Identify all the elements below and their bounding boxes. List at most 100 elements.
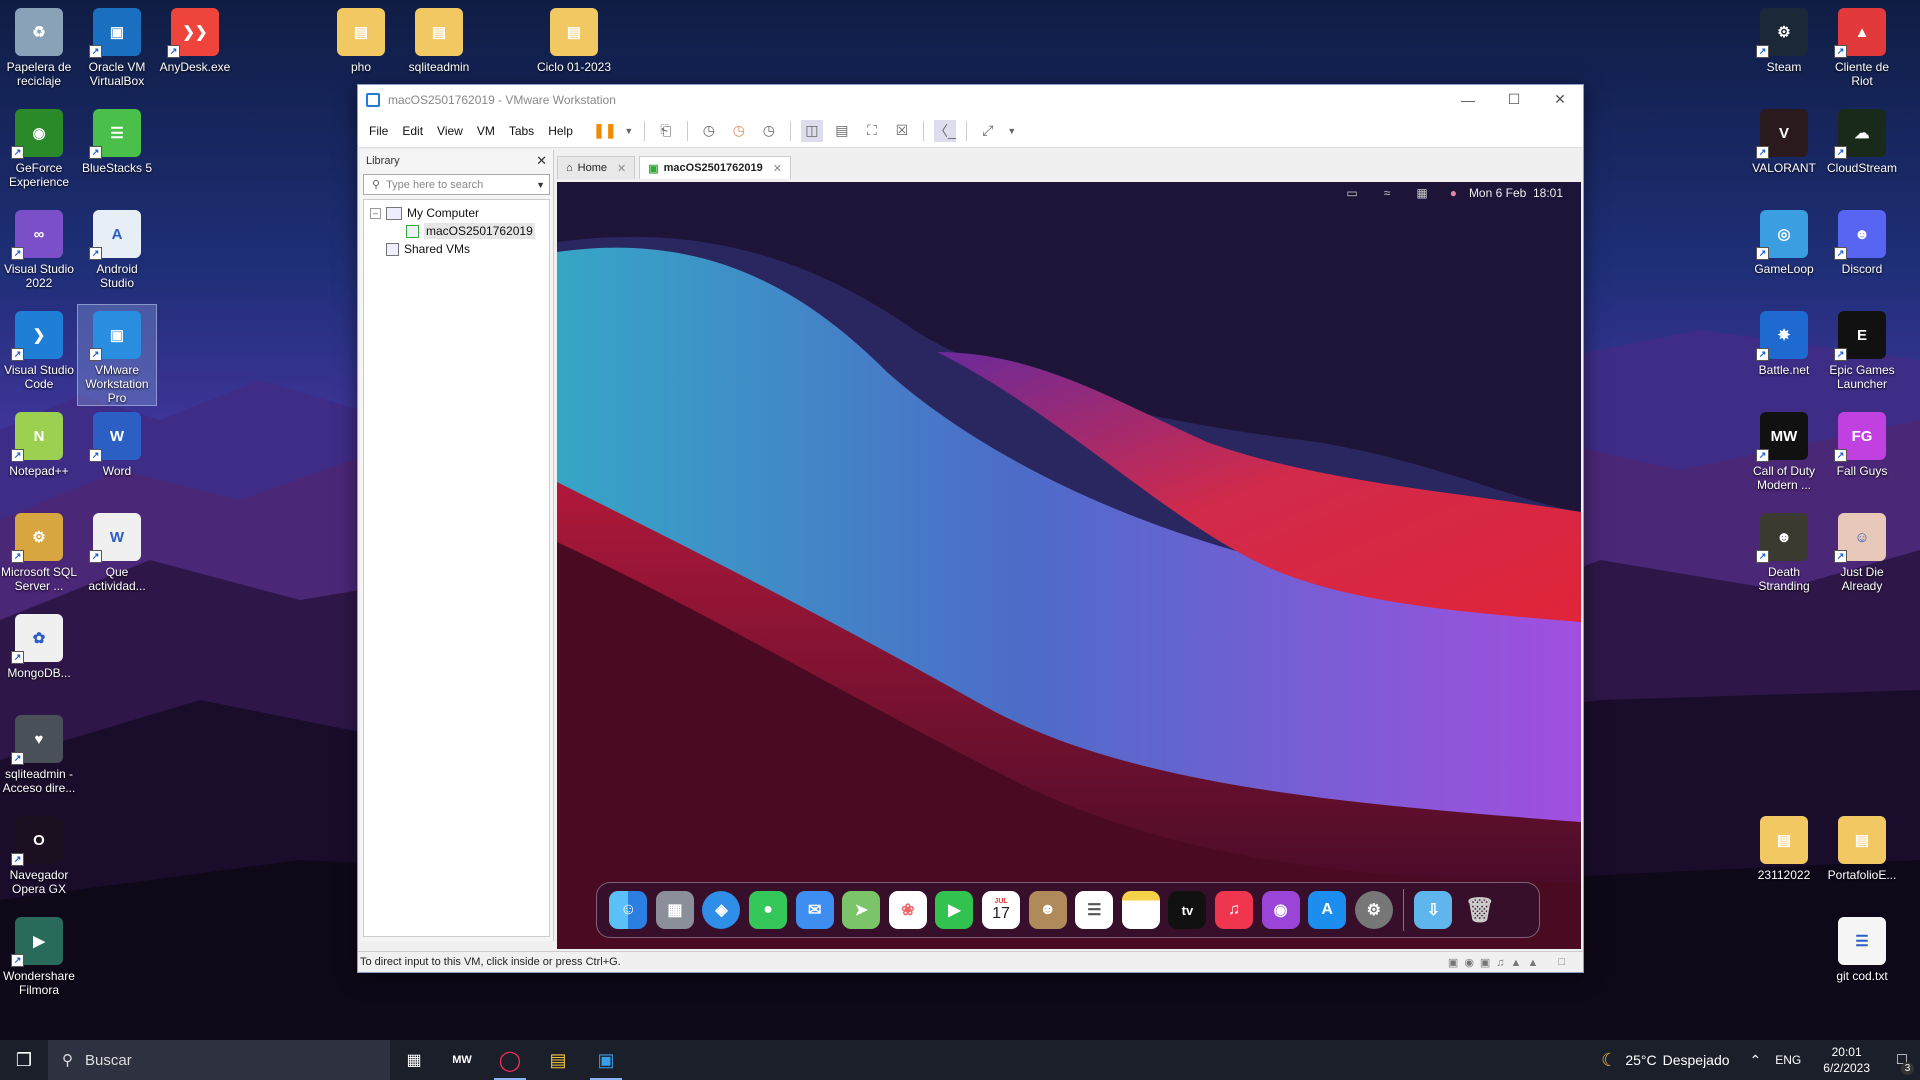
reminders-icon[interactable]: ☰	[1075, 891, 1114, 929]
desktop-icon-left-0[interactable]: ♻ Papelera de reciclaje	[0, 2, 78, 88]
desktop-icon-left-13[interactable]: W ↗ Word	[78, 406, 156, 478]
macos-clock[interactable]: Mon 6 Feb 18:01	[1469, 186, 1563, 200]
console-icon[interactable]: 〈_	[933, 119, 956, 142]
thumbnail-view-icon[interactable]: ▤	[831, 120, 853, 142]
desktop-icon-right-4[interactable]: ◎ ↗ GameLoop	[1745, 204, 1823, 276]
desktop-icon-right-14[interactable]: ☰ git cod.txt	[1823, 911, 1901, 983]
task-view-button[interactable]: ▦	[390, 1040, 438, 1080]
trash-icon[interactable]: 🗑	[1461, 891, 1499, 929]
taskbar-opera-gx-icon[interactable]: ◯	[486, 1040, 534, 1080]
desktop-icon-right-0[interactable]: ⚙ ↗ Steam	[1745, 2, 1823, 74]
maximize-button[interactable]: ☐	[1491, 85, 1537, 114]
taskbar-search-input[interactable]: ⚲ Buscar	[48, 1040, 390, 1080]
siri-icon[interactable]: ●	[1450, 186, 1457, 200]
send-keys-icon[interactable]: ⎗	[655, 120, 677, 142]
snapshot-icon[interactable]: ◷	[698, 120, 720, 142]
tree-node-my-computer[interactable]: – My Computer	[364, 204, 549, 222]
photos-icon[interactable]: ❀	[888, 891, 927, 929]
screen-mirror-icon[interactable]: ▭	[1346, 186, 1357, 200]
apple-tv-icon[interactable]: tv	[1168, 891, 1207, 929]
desktop-icon-left-12[interactable]: N ↗ Notepad++	[0, 406, 78, 478]
tree-node-vm[interactable]: macOS2501762019	[364, 222, 549, 240]
library-close-icon[interactable]: ✕	[536, 153, 547, 169]
desktop-icon-left-3[interactable]: ▤ pho	[322, 2, 400, 74]
notes-icon[interactable]	[1121, 891, 1160, 929]
tab-close-icon[interactable]: ✕	[773, 162, 782, 175]
desktop-icon-left-18[interactable]: O ↗ Navegador Opera GX	[0, 810, 78, 896]
weather-temp[interactable]: 25°C	[1625, 1052, 1656, 1068]
desktop-icon-left-17[interactable]: ♥ ↗ sqliteadmin - Acceso dire...	[0, 709, 78, 795]
desktop-icon-left-19[interactable]: ▶ ↗ Wondershare Filmora	[0, 911, 78, 997]
chevron-down-icon[interactable]: ▼	[624, 120, 634, 142]
desktop-icon-left-5[interactable]: ▤ Ciclo 01-2023	[535, 2, 613, 74]
start-button[interactable]: ❒	[0, 1040, 48, 1080]
taskbar-vmware-icon[interactable]: ▣	[582, 1040, 630, 1080]
menu-tabs[interactable]: Tabs	[502, 124, 541, 138]
launchpad-icon[interactable]: ▦	[655, 891, 694, 929]
message-log-icon[interactable]: □	[1558, 956, 1565, 968]
title-bar[interactable]: macOS2501762019 - VMware Workstation — ☐…	[358, 85, 1583, 114]
tab-close-icon[interactable]: ✕	[617, 162, 626, 175]
stretch-icon[interactable]: ⤢	[977, 120, 999, 142]
desktop-icon-right-8[interactable]: MW ↗ Call of Duty Modern ...	[1745, 406, 1823, 492]
chevron-up-icon[interactable]: ⌃	[1750, 1052, 1762, 1069]
pause-icon[interactable]: ❚❚	[593, 120, 616, 142]
desktop-icon-left-1[interactable]: ▣ ↗ Oracle VM VirtualBox	[78, 2, 156, 88]
mail-icon[interactable]: ✉	[795, 891, 834, 929]
fullscreen-icon[interactable]: ⛶	[861, 120, 883, 142]
vm-display[interactable]: ▭ ≈ ▦ ● Mon 6 Feb 18:01 ☺ ▦ ◈ ● ✉ ➤ ❀ ▶ …	[557, 182, 1581, 949]
desktop-icon-left-14[interactable]: ⚙ ↗ Microsoft SQL Server ...	[0, 507, 78, 593]
desktop-icon-left-6[interactable]: ◉ ↗ GeForce Experience	[0, 103, 78, 189]
menu-view[interactable]: View	[430, 124, 470, 138]
close-button[interactable]: ✕	[1537, 85, 1583, 114]
desktop-icon-right-12[interactable]: ▤ 23112022	[1745, 810, 1823, 882]
chevron-down-icon[interactable]: ▼	[1007, 120, 1017, 142]
language-indicator[interactable]: ENG	[1775, 1053, 1801, 1067]
tab-home[interactable]: ⌂ Home ✕	[557, 156, 636, 179]
desktop-icon-right-3[interactable]: ☁ ↗ CloudStream	[1823, 103, 1901, 175]
safari-icon[interactable]: ◈	[702, 891, 741, 929]
weather-desc[interactable]: Despejado	[1663, 1052, 1730, 1068]
desktop-icon-left-10[interactable]: ❯ ↗ Visual Studio Code	[0, 305, 78, 391]
tab-vm[interactable]: ▣ macOS2501762019 ✕	[639, 156, 791, 179]
taskbar-file-explorer-icon[interactable]: ▤	[534, 1040, 582, 1080]
snapshot-manager-icon[interactable]: ◷	[758, 120, 780, 142]
notification-center-button[interactable]: □ 3	[1884, 1040, 1920, 1080]
downloads-folder-icon[interactable]: ⇩	[1414, 891, 1453, 929]
desktop-icon-right-9[interactable]: FG ↗ Fall Guys	[1823, 406, 1901, 478]
control-center-icon[interactable]: ▦	[1416, 186, 1427, 200]
collapse-icon[interactable]: –	[370, 207, 381, 219]
menu-file[interactable]: File	[362, 124, 395, 138]
clock[interactable]: 20:01 6/2/2023	[1823, 1044, 1870, 1076]
revert-snapshot-icon[interactable]: ◷	[728, 120, 750, 142]
maps-icon[interactable]: ➤	[842, 891, 881, 929]
desktop-icon-right-11[interactable]: ☺ ↗ Just Die Already	[1823, 507, 1901, 593]
desktop-icon-right-7[interactable]: E ↗ Epic Games Launcher	[1823, 305, 1901, 391]
desktop-icon-left-11[interactable]: ▣ ↗ VMware Workstation Pro	[77, 304, 157, 406]
desktop-icon-right-5[interactable]: ☻ ↗ Discord	[1823, 204, 1901, 276]
desktop-icon-right-13[interactable]: ▤ PortafolioE...	[1823, 810, 1901, 882]
podcasts-icon[interactable]: ◉	[1261, 891, 1300, 929]
calendar-icon[interactable]: JUL 17	[982, 891, 1021, 929]
menu-help[interactable]: Help	[541, 124, 580, 138]
messages-icon[interactable]: ●	[749, 891, 788, 929]
desktop-icon-left-8[interactable]: ∞ ↗ Visual Studio 2022	[0, 204, 78, 290]
desktop-icon-left-7[interactable]: ☰ ↗ BlueStacks 5	[78, 103, 156, 175]
library-search-input[interactable]: ⚲ Type here to search ▼	[363, 174, 550, 195]
chevron-down-icon[interactable]: ▼	[536, 180, 545, 190]
desktop-icon-right-1[interactable]: ▲ ↗ Cliente de Riot	[1823, 2, 1901, 88]
finder-icon[interactable]: ☺	[609, 891, 648, 929]
wifi-icon[interactable]: ≈	[1384, 186, 1391, 200]
facetime-icon[interactable]: ▶	[935, 891, 974, 929]
taskbar-cod-icon[interactable]: MW	[438, 1040, 486, 1080]
desktop-icon-left-4[interactable]: ▤ sqliteadmin	[400, 2, 478, 74]
minimize-button[interactable]: —	[1445, 85, 1491, 114]
desktop-icon-left-9[interactable]: A ↗ Android Studio	[78, 204, 156, 290]
desktop-icon-right-10[interactable]: ☻ ↗ Death Stranding	[1745, 507, 1823, 593]
tree-node-shared-vms[interactable]: Shared VMs	[364, 240, 549, 258]
desktop-icon-right-6[interactable]: ✸ ↗ Battle.net	[1745, 305, 1823, 377]
menu-vm[interactable]: VM	[470, 124, 502, 138]
vmware-window[interactable]: macOS2501762019 - VMware Workstation — ☐…	[357, 84, 1584, 973]
contacts-icon[interactable]: ☻	[1028, 891, 1067, 929]
menu-edit[interactable]: Edit	[395, 124, 430, 138]
